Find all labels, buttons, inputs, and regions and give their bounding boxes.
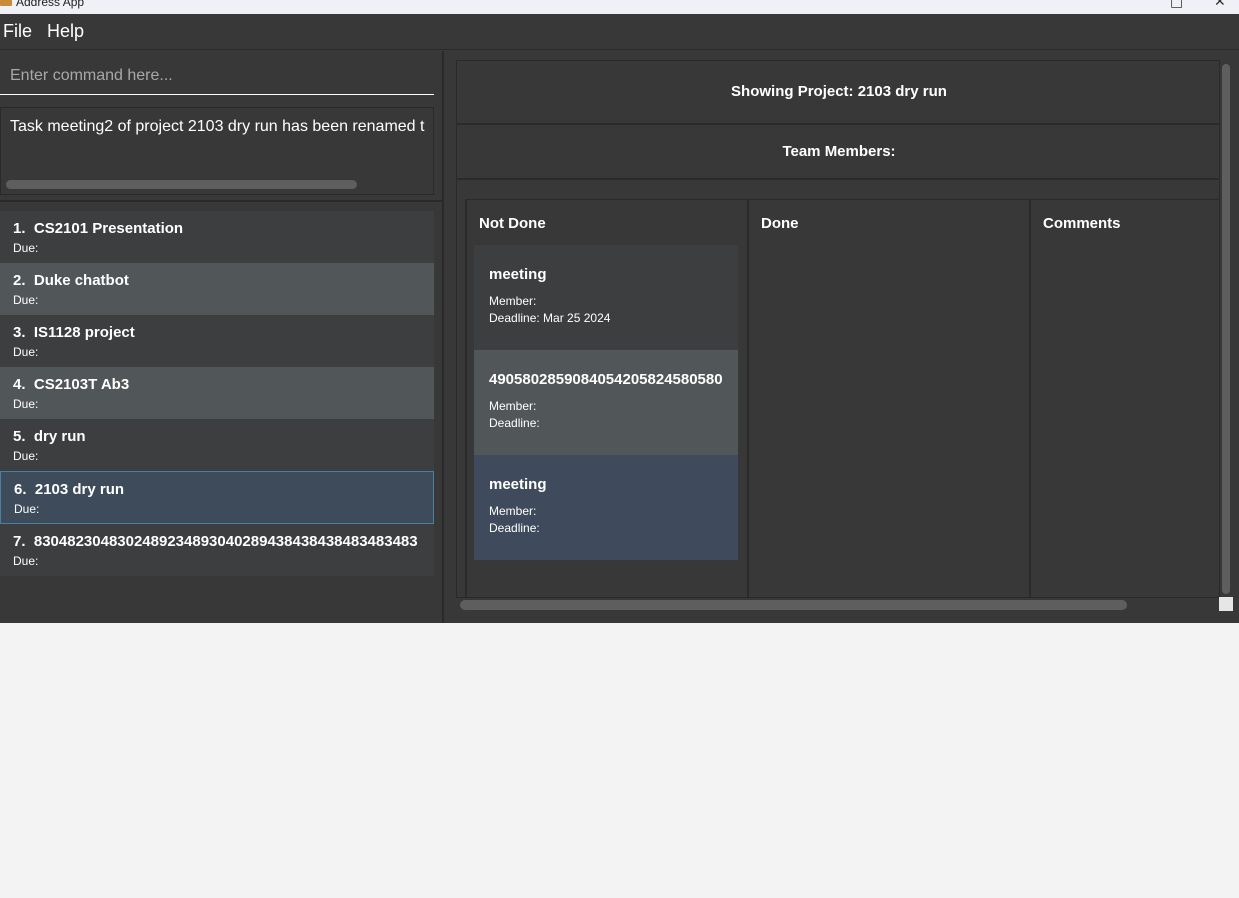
task-card[interactable]: meeting Member: Deadline: Mar 25 2024 xyxy=(474,245,738,350)
task-member: Member: xyxy=(489,399,537,413)
project-index: 4. xyxy=(13,376,26,393)
result-display: Task meeting2 of project 2103 dry run ha… xyxy=(0,107,434,195)
project-detail: Showing Project: 2103 dry run Team Membe… xyxy=(456,60,1220,598)
task-name: meeting xyxy=(489,476,547,493)
project-due: Due: xyxy=(13,449,39,463)
column-not-done: Not Done meeting Member: Deadline: Mar 2… xyxy=(465,200,747,597)
vertical-scrollbar[interactable] xyxy=(1222,64,1230,594)
task-member: Member: xyxy=(489,294,537,308)
project-due: Due: xyxy=(13,241,39,255)
command-box xyxy=(0,58,434,95)
result-scrollbar[interactable] xyxy=(6,180,357,189)
menu-bar: File Help xyxy=(0,14,1239,50)
project-index: 1. xyxy=(13,220,26,237)
right-panel: Showing Project: 2103 dry run Team Membe… xyxy=(446,51,1239,623)
team-members-header: Team Members: xyxy=(457,125,1219,180)
menu-file[interactable]: File xyxy=(3,21,32,42)
project-list: 1. CS2101 Presentation Due: 2. Duke chat… xyxy=(0,211,434,576)
project-index: 7. xyxy=(13,533,26,550)
project-index: 2. xyxy=(13,272,26,289)
project-title: 8304823048302489234893040289438438438483… xyxy=(33,533,418,550)
task-card[interactable]: 4905802859084054205824580580 Member: Dea… xyxy=(474,350,738,455)
project-name: 3. IS1128 project xyxy=(13,324,428,341)
project-index: 6. xyxy=(14,481,27,498)
project-card-selected[interactable]: 6. 2103 dry run Due: xyxy=(0,471,434,524)
column-title: Done xyxy=(761,215,799,232)
app-icon xyxy=(0,0,12,6)
maximize-icon[interactable]: □ xyxy=(1170,0,1183,10)
project-name: 1. CS2101 Presentation xyxy=(13,220,428,237)
project-name: 7. 8304823048302489234893040289438438438… xyxy=(13,533,428,550)
project-name: 4. CS2103T Ab3 xyxy=(13,376,428,393)
column-done: Done xyxy=(747,200,1029,597)
project-index: 3. xyxy=(13,324,26,341)
project-card[interactable]: 7. 8304823048302489234893040289438438438… xyxy=(0,524,434,576)
project-due: Due: xyxy=(14,502,40,516)
app-window: File Help Task meeting2 of project 2103 … xyxy=(0,14,1239,623)
task-name: 4905802859084054205824580580 xyxy=(489,371,723,388)
task-name: meeting xyxy=(489,266,547,283)
project-title: 2103 dry run xyxy=(34,481,125,498)
result-text: Task meeting2 of project 2103 dry run ha… xyxy=(10,118,425,135)
showing-project-header: Showing Project: 2103 dry run xyxy=(457,61,1219,125)
column-title: Not Done xyxy=(479,215,546,232)
column-comments: Comments xyxy=(1029,200,1219,597)
project-card[interactable]: 4. CS2103T Ab3 Due: xyxy=(0,367,434,419)
task-deadline: Deadline: Mar 25 2024 xyxy=(489,311,611,325)
command-input[interactable] xyxy=(0,58,434,94)
project-title: IS1128 project xyxy=(33,324,135,341)
menu-help[interactable]: Help xyxy=(47,21,84,42)
project-due: Due: xyxy=(13,345,39,359)
close-icon[interactable]: ✕ xyxy=(1214,0,1226,10)
left-panel: Task meeting2 of project 2103 dry run ha… xyxy=(0,51,444,623)
task-deadline: Deadline: xyxy=(489,416,540,430)
project-name: 5. dry run xyxy=(13,428,428,445)
window-title: Address App xyxy=(16,0,85,9)
project-card[interactable]: 2. Duke chatbot Due: xyxy=(0,263,434,315)
project-name: 2. Duke chatbot xyxy=(13,272,428,289)
project-due: Due: xyxy=(13,554,39,568)
project-card[interactable]: 1. CS2101 Presentation Due: xyxy=(0,211,434,263)
project-due: Due: xyxy=(13,293,39,307)
project-card[interactable]: 3. IS1128 project Due: xyxy=(0,315,434,367)
scroll-corner xyxy=(1219,597,1233,611)
project-title: Duke chatbot xyxy=(33,272,129,289)
task-card-selected[interactable]: meeting Member: Deadline: xyxy=(474,455,738,560)
kanban-board: Not Done meeting Member: Deadline: Mar 2… xyxy=(465,199,1219,597)
project-card[interactable]: 5. dry run Due: xyxy=(0,419,434,471)
project-title: CS2103T Ab3 xyxy=(33,376,130,393)
horizontal-scrollbar[interactable] xyxy=(460,600,1127,610)
task-member: Member: xyxy=(489,504,537,518)
title-bar: Address App □ ✕ xyxy=(0,0,1239,14)
project-title: CS2101 Presentation xyxy=(33,220,184,237)
divider xyxy=(0,200,444,202)
project-title: dry run xyxy=(33,428,86,445)
project-name: 6. 2103 dry run xyxy=(14,481,429,498)
task-deadline: Deadline: xyxy=(489,521,540,535)
project-due: Due: xyxy=(13,397,39,411)
column-title: Comments xyxy=(1043,215,1121,232)
project-index: 5. xyxy=(13,428,26,445)
